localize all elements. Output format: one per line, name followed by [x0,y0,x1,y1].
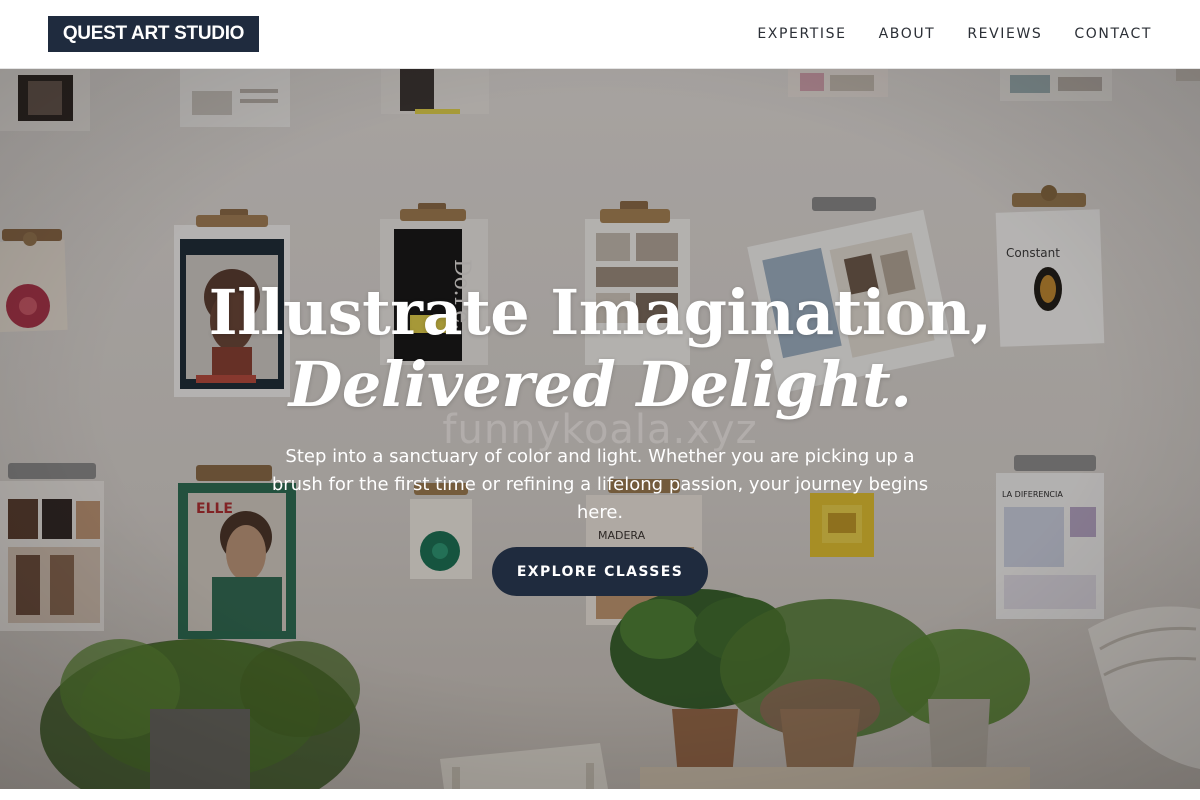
nav-link-contact[interactable]: CONTACT [1074,24,1152,44]
nav-link-about[interactable]: ABOUT [879,24,936,44]
hero-headline-line-1: Illustrate Imagination, [208,276,992,349]
logo[interactable]: QUEST ART STUDIO [48,16,259,52]
nav-link-reviews[interactable]: REVIEWS [967,24,1042,44]
main-nav: EXPERTISE ABOUT REVIEWS CONTACT [757,24,1152,44]
hero-paragraph: Step into a sanctuary of color and light… [271,446,929,523]
page-bottom-strip [0,789,1200,800]
hero-content: Illustrate Imagination, Delivered Deligh… [0,69,1200,789]
explore-classes-button[interactable]: EXPLORE CLASSES [492,547,708,596]
site-header: QUEST ART STUDIO EXPERTISE ABOUT REVIEWS… [0,0,1200,69]
hero-section: Do.Pe. Con [0,69,1200,789]
nav-link-expertise[interactable]: EXPERTISE [757,24,846,44]
